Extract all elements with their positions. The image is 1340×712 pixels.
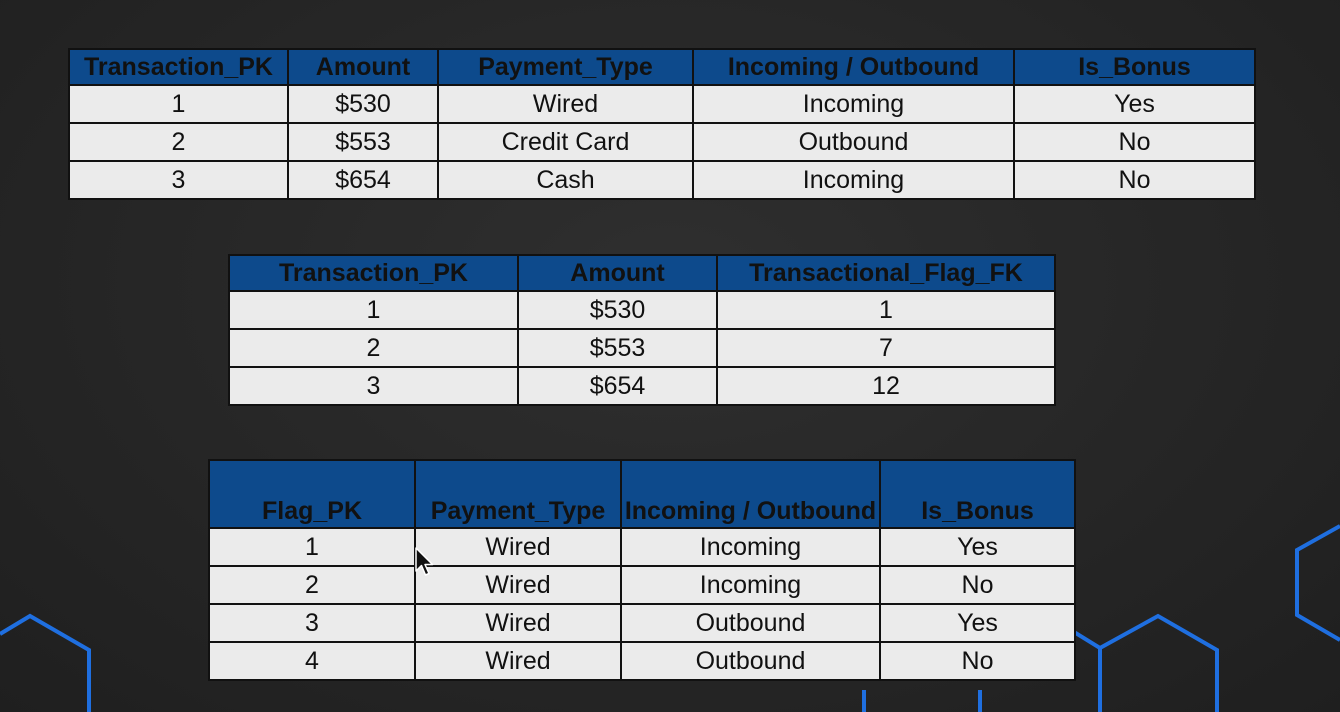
table-cell: 1 bbox=[716, 290, 1056, 330]
mouse-cursor-icon bbox=[415, 547, 434, 576]
table-cell: Wired bbox=[414, 641, 622, 681]
table-cell: 12 bbox=[716, 366, 1056, 406]
table-row: 4 Wired Outbound No bbox=[208, 641, 1076, 681]
header-amount: Amount bbox=[287, 48, 439, 86]
table-cell: Yes bbox=[879, 527, 1076, 567]
header-incoming-outbound: Incoming / Outbound bbox=[620, 459, 881, 529]
table-cell: 1 bbox=[68, 84, 289, 124]
table-cell: $530 bbox=[287, 84, 439, 124]
table-cell: No bbox=[879, 565, 1076, 605]
table-cell: Yes bbox=[1013, 84, 1256, 124]
table-cell: Outbound bbox=[692, 122, 1015, 162]
table-cell: Incoming bbox=[620, 527, 881, 567]
table-cell: Incoming bbox=[692, 84, 1015, 124]
header-is-bonus: Is_Bonus bbox=[879, 459, 1076, 529]
table-cell: $553 bbox=[517, 328, 718, 368]
table-cell: Yes bbox=[879, 603, 1076, 643]
table-cell: Cash bbox=[437, 160, 694, 200]
table-row: 2 $553 7 bbox=[228, 328, 1056, 368]
table-row: 3 $654 12 bbox=[228, 366, 1056, 406]
table-cell: 3 bbox=[228, 366, 519, 406]
table-cell: 3 bbox=[208, 603, 416, 643]
table-cell: Outbound bbox=[620, 603, 881, 643]
table-cell: $553 bbox=[287, 122, 439, 162]
table-cell: 4 bbox=[208, 641, 416, 681]
header-transaction-pk: Transaction_PK bbox=[228, 254, 519, 292]
table-header-row: Flag_PK Payment_Type Incoming / Outbound… bbox=[208, 459, 1076, 529]
header-transaction-pk: Transaction_PK bbox=[68, 48, 289, 86]
table-cell: 3 bbox=[68, 160, 289, 200]
transactions-fact-table: Transaction_PK Amount Transactional_Flag… bbox=[228, 254, 1056, 406]
table-cell: Incoming bbox=[620, 565, 881, 605]
table-cell: 7 bbox=[716, 328, 1056, 368]
header-incoming-outbound: Incoming / Outbound bbox=[692, 48, 1015, 86]
table-cell: Wired bbox=[414, 565, 622, 605]
table-cell: $654 bbox=[287, 160, 439, 200]
table-row: 1 Wired Incoming Yes bbox=[208, 527, 1076, 567]
header-payment-type: Payment_Type bbox=[414, 459, 622, 529]
table-cell: Wired bbox=[414, 527, 622, 567]
table-row: 1 $530 1 bbox=[228, 290, 1056, 330]
table-header-row: Transaction_PK Amount Payment_Type Incom… bbox=[68, 48, 1256, 86]
table-cell: No bbox=[1013, 160, 1256, 200]
table-cell: $654 bbox=[517, 366, 718, 406]
table-cell: Outbound bbox=[620, 641, 881, 681]
table-cell: Credit Card bbox=[437, 122, 694, 162]
table-cell: 2 bbox=[228, 328, 519, 368]
transactions-table: Transaction_PK Amount Payment_Type Incom… bbox=[68, 48, 1256, 200]
header-amount: Amount bbox=[517, 254, 718, 292]
table-row: 3 Wired Outbound Yes bbox=[208, 603, 1076, 643]
table-cell: Wired bbox=[414, 603, 622, 643]
table-cell: Wired bbox=[437, 84, 694, 124]
table-cell: $530 bbox=[517, 290, 718, 330]
table-cell: Incoming bbox=[692, 160, 1015, 200]
table-header-row: Transaction_PK Amount Transactional_Flag… bbox=[228, 254, 1056, 292]
table-row: 3 $654 Cash Incoming No bbox=[68, 160, 1256, 200]
table-cell: No bbox=[1013, 122, 1256, 162]
table-cell: 2 bbox=[208, 565, 416, 605]
table-cell: 1 bbox=[228, 290, 519, 330]
header-is-bonus: Is_Bonus bbox=[1013, 48, 1256, 86]
header-transactional-flag-fk: Transactional_Flag_FK bbox=[716, 254, 1056, 292]
transactional-flag-table: Flag_PK Payment_Type Incoming / Outbound… bbox=[208, 459, 1076, 681]
header-incoming-outbound-label: Incoming / Outbound bbox=[624, 497, 877, 525]
table-row: 1 $530 Wired Incoming Yes bbox=[68, 84, 1256, 124]
table-cell: 2 bbox=[68, 122, 289, 162]
table-row: 2 Wired Incoming No bbox=[208, 565, 1076, 605]
header-payment-type: Payment_Type bbox=[437, 48, 694, 86]
table-cell: 1 bbox=[208, 527, 416, 567]
table-row: 2 $553 Credit Card Outbound No bbox=[68, 122, 1256, 162]
header-flag-pk: Flag_PK bbox=[208, 459, 416, 529]
table-cell: No bbox=[879, 641, 1076, 681]
